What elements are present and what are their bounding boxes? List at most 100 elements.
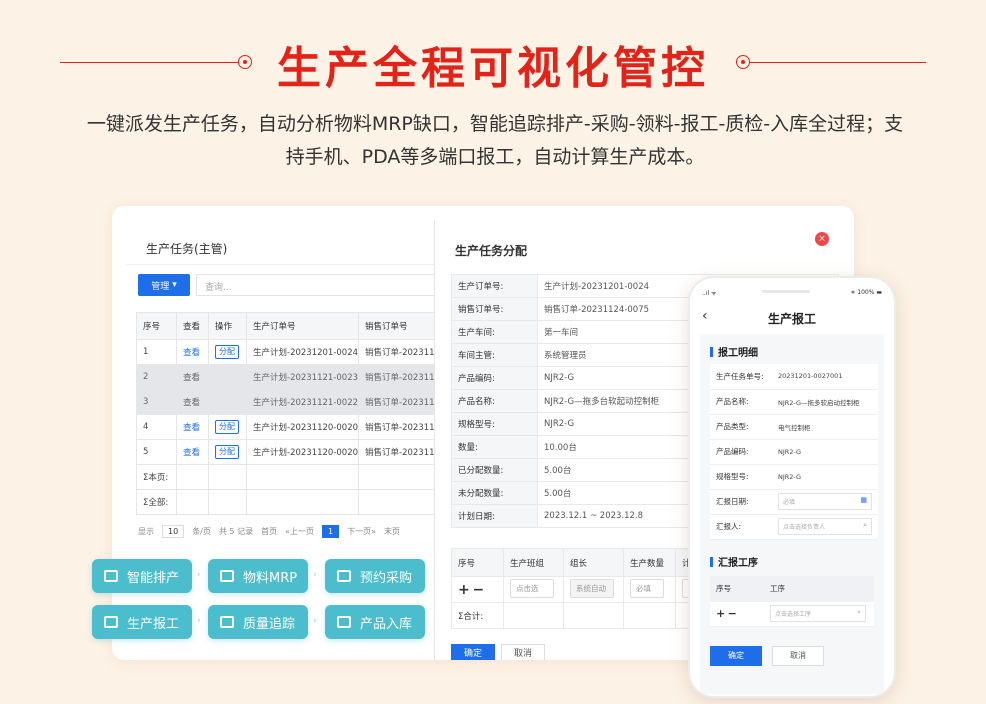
manage-label: 管理 [151, 281, 170, 292]
view-link[interactable]: 查看 [176, 364, 209, 390]
report-details: 生产任务单号: 20231201-0027001 产品名称: NJR2-G—拖多软启… [710, 364, 878, 540]
col-header: 生产数量 [623, 548, 676, 577]
phone-confirm-button[interactable]: 确定 [710, 646, 762, 666]
field-label: 未分配数量: [451, 481, 538, 505]
table-row[interactable]: 4 查看 分配 生产计划-20231120-0020 销售订单-20231119 [136, 414, 439, 440]
assign-button[interactable]: 分配 [215, 420, 239, 434]
pager-per-page: 条/页 [192, 526, 211, 536]
current-page[interactable]: 1 [321, 524, 340, 538]
right-deco-dot [736, 55, 750, 69]
sum-all-label: Σ全部: [136, 489, 177, 515]
close-icon[interactable]: × [815, 232, 829, 246]
col-header: 查看 [176, 312, 209, 340]
view-link[interactable]: 查看 [176, 439, 209, 465]
report-date-input[interactable]: 必填 ▦ [778, 493, 872, 510]
manage-button[interactable]: 管理 ▾ [138, 274, 190, 296]
add-icon[interactable]: + [716, 607, 725, 620]
field-label: 产品编码: [451, 366, 538, 390]
phone-cancel-button[interactable]: 取消 [772, 646, 824, 666]
table-row[interactable]: 5 查看 分配 生产计划-20231120-0020 销售订单-20231119 [136, 439, 439, 465]
chip-production-report[interactable]: 生产报工 [92, 605, 192, 639]
sales-order: 销售订单-20231124 [358, 339, 439, 365]
cancel-button[interactable]: 取消 [501, 644, 545, 660]
assign-button[interactable]: 分配 [215, 445, 239, 459]
last-page-link[interactable]: 末页 [384, 526, 400, 537]
sum-all-row: Σ全部: [136, 489, 439, 515]
task-list-title: 生产任务(主管) [146, 242, 228, 256]
qty-input[interactable]: 必填 [630, 578, 664, 598]
reporter-input[interactable]: 点击选择负责人 ⌕ [778, 518, 872, 535]
dist-sum-label: Σ合计: [451, 602, 504, 629]
phone-title: 生产报工 [767, 312, 816, 326]
dist-row: + − 点击选 系统自动 必填 必填 [451, 576, 715, 603]
caret-down-icon: ▾ [172, 280, 177, 290]
prev-page-link[interactable]: «上一页 [285, 526, 314, 537]
field-label: 销售订单号: [451, 297, 538, 321]
distribution-table: 序号 生产班组 组长 生产数量 计划开 + − 点击选 系统自动 必填 必填 Σ… [451, 548, 715, 629]
arrow-right-icon: › [313, 570, 317, 580]
sales-order: 销售订单-20231121 [358, 364, 439, 390]
op-cell: 分配 [208, 339, 247, 365]
left-deco-line [60, 62, 242, 63]
search-input[interactable]: 查询... [196, 274, 436, 296]
assign-button[interactable]: 分配 [215, 345, 239, 359]
chip-label: 智能排产 [127, 570, 180, 586]
process-row: + − 点击选择工序 ⌕ [710, 601, 874, 627]
table-row[interactable]: 3 查看 生产计划-20231121-0022 销售订单-20231121 [136, 389, 439, 415]
row-no: 3 [136, 389, 177, 415]
hero-subtitle: 一键派发生产任务，自动分析物料MRP缺口，智能追踪排产-采购-领料-报工-质检-… [50, 108, 940, 174]
dist-header-row: 序号 生产班组 组长 生产数量 计划开 [451, 548, 715, 577]
view-link[interactable]: 查看 [176, 339, 209, 365]
pager-total: 共 5 记录 [218, 526, 254, 536]
first-page-link[interactable]: 首页 [261, 526, 277, 537]
add-icon[interactable]: + [458, 582, 470, 598]
view-link[interactable]: 查看 [176, 389, 209, 415]
detail-row: 产品编码: NJR2-G [710, 439, 878, 465]
prod-order: 生产计划-20231201-0024 [246, 339, 359, 365]
chip-material-mrp[interactable]: 物料MRP [208, 559, 308, 593]
op-cell: 分配 [208, 439, 247, 465]
confirm-button[interactable]: 确定 [451, 644, 495, 660]
subtitle-line-1: 一键派发生产任务，自动分析物料MRP缺口，智能追踪排产-采购-领料-报工-质检-… [86, 113, 904, 135]
op-cell: 分配 [208, 414, 247, 440]
col-header: 组长 [563, 548, 624, 577]
col-header: 操作 [208, 312, 247, 340]
remove-icon[interactable]: − [472, 582, 484, 598]
detail-label: 产品名称: [710, 389, 772, 415]
chip-warehousing[interactable]: 产品入库 [325, 605, 425, 639]
arrow-right-icon: › [197, 570, 201, 580]
row-no: 1 [136, 339, 177, 365]
prod-order: 生产计划-20231120-0020 [246, 439, 359, 465]
left-deco-dot [238, 55, 252, 69]
sum-page-row: Σ本页: [136, 464, 439, 490]
detail-row: 产品类型: 电气控制柜 [710, 414, 878, 440]
chip-label: 生产报工 [127, 616, 180, 632]
view-link[interactable]: 查看 [176, 414, 209, 440]
col-header: 生产订单号 [246, 312, 359, 340]
process-select-input[interactable]: 点击选择工序 ⌕ [770, 605, 866, 622]
col-header: 销售订单号 [358, 312, 439, 340]
factory-icon [104, 616, 118, 628]
detail-value: NJR2-G [772, 439, 878, 465]
phone-notch [762, 290, 810, 293]
chip-label: 物料MRP [243, 570, 298, 586]
table-row[interactable]: 2 查看 生产计划-20231121-0023 销售订单-20231121 [136, 364, 439, 390]
detail-row: 产品名称: NJR2-G—拖多软启动控制柜 [710, 389, 878, 415]
next-page-link[interactable]: 下一页» [347, 526, 376, 537]
team-select-input[interactable]: 点击选 [510, 578, 554, 598]
col-header: 序号 [451, 548, 504, 577]
page-size-select[interactable]: 10 [162, 524, 185, 538]
schedule-icon [104, 570, 118, 582]
remove-icon[interactable]: − [728, 607, 737, 620]
chip-smart-scheduling[interactable]: 智能排产 [92, 559, 192, 593]
chip-quality-tracking[interactable]: 质量追踪 [208, 605, 308, 639]
chip-purchase[interactable]: 预约采购 [325, 559, 425, 593]
detail-label: 生产任务单号: [710, 364, 772, 390]
sales-order: 销售订单-20231121 [358, 389, 439, 415]
field-label: 车间主管: [451, 343, 538, 367]
table-row[interactable]: 1 查看 分配 生产计划-20231201-0024 销售订单-20231124 [136, 339, 439, 365]
prod-order: 生产计划-20231120-0020 [246, 414, 359, 440]
col-header: 序号 [710, 576, 764, 602]
assign-title: 生产任务分配 [455, 244, 528, 258]
detail-row: 汇报日期: 必填 ▦ [710, 489, 878, 515]
